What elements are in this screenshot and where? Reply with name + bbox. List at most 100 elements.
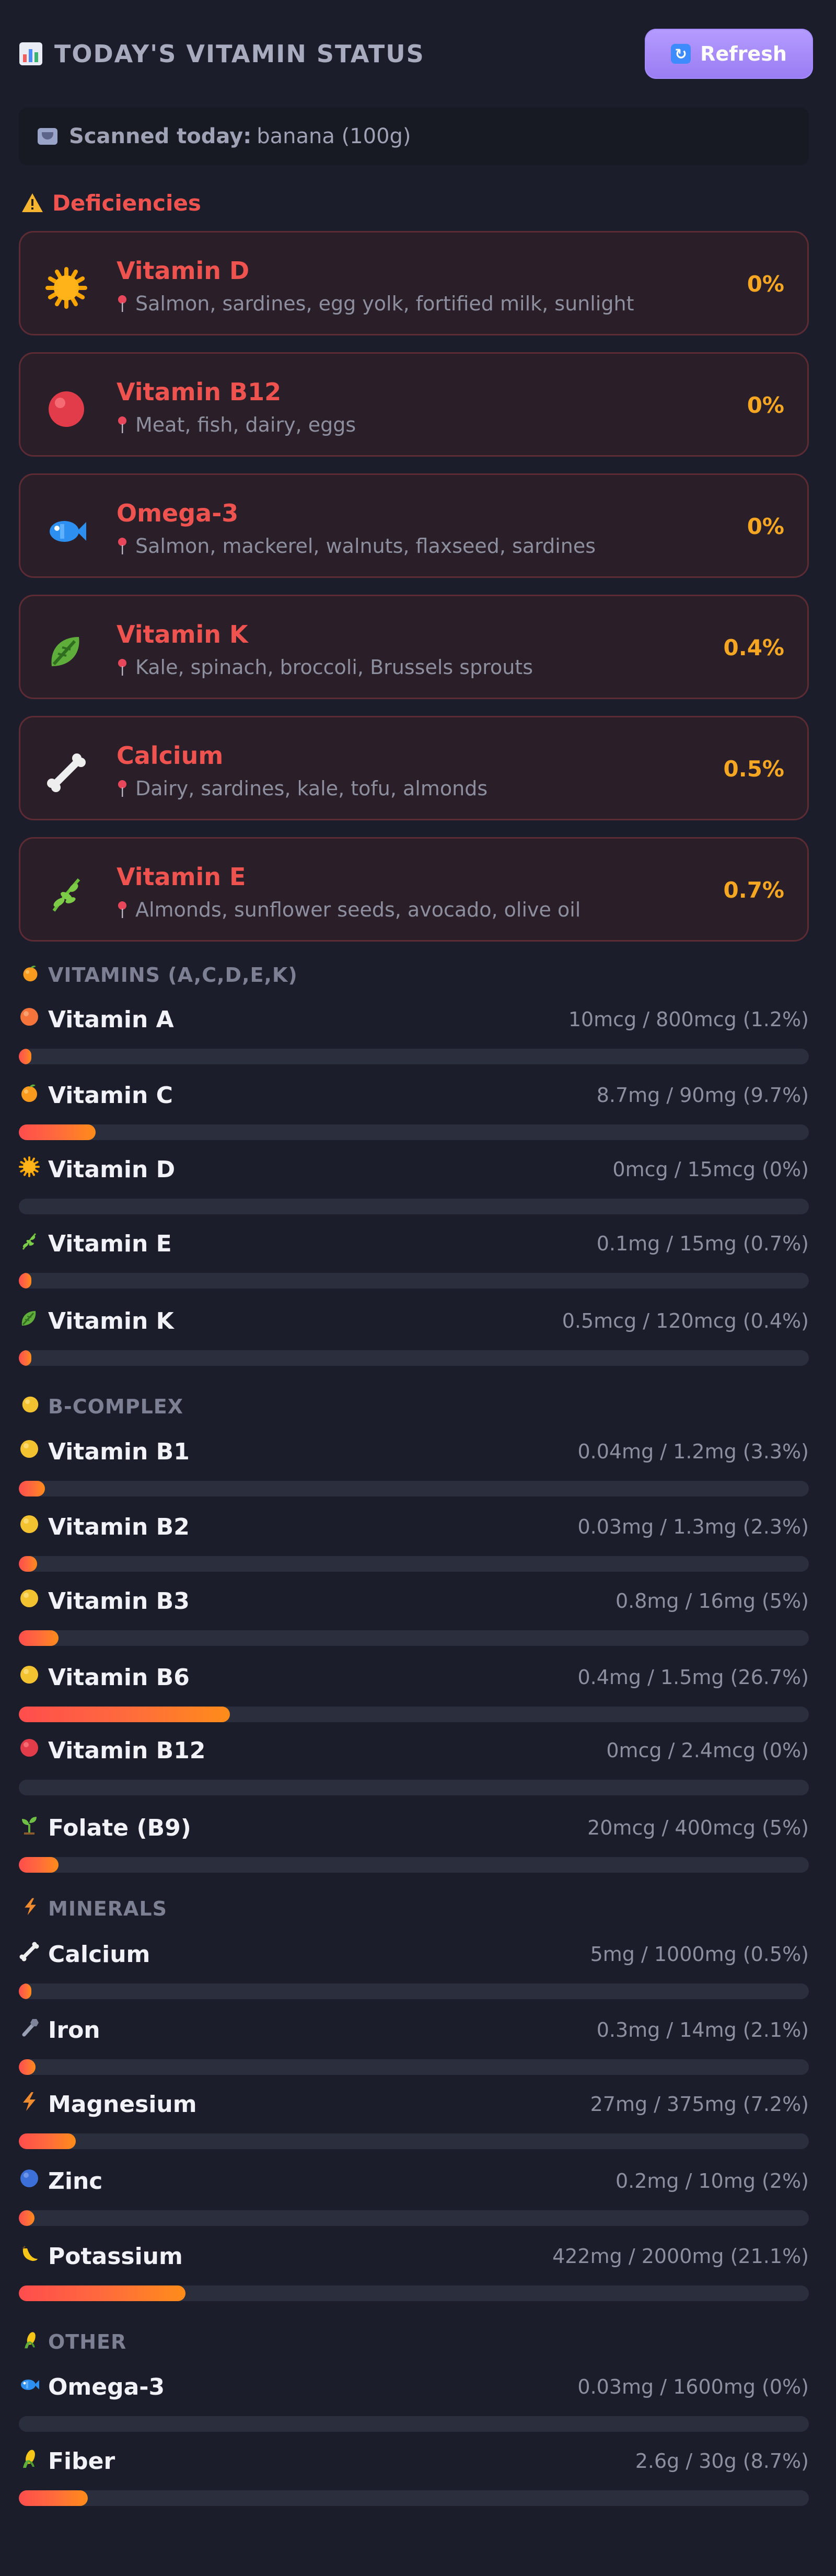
nutrient-amount: 10mcg / 800mcg (1.2%) [568,1008,809,1031]
nutrient-amount: 0.1mg / 15mg (0.7%) [596,1232,809,1255]
leafy-green-icon [19,1308,40,1335]
nutrient-row: Potassium 422mg / 2000mg (21.1%) [19,2242,809,2310]
deficiency-sources-text: Meat, fish, dairy, eggs [135,413,356,436]
deficiency-percent: 0% [747,392,784,418]
progress-track [19,2285,809,2301]
refresh-button[interactable]: ↻ Refresh [645,29,813,79]
deficiency-card: Vitamin B12 Meat, fish, dairy, eggs 0% [19,352,809,457]
fish-icon [19,2374,40,2400]
deficiency-sources-text: Dairy, sardines, kale, tofu, almonds [135,777,488,800]
progress-fill [19,2133,76,2149]
leafy-green-icon [44,630,88,674]
nutrient-row: Calcium 5mg / 1000mg (0.5%) [19,1940,809,2008]
progress-fill [19,2490,88,2506]
yellow-circle-icon [19,1438,40,1465]
progress-fill [19,1481,45,1496]
deficiency-name: Vitamin K [117,620,248,648]
deficiency-name: Vitamin E [117,863,246,891]
nutrient-amount: 2.6g / 30g (8.7%) [635,2450,809,2473]
nutrient-name: Vitamin C [19,1081,173,1110]
nutrient-name-label: Vitamin K [48,1307,174,1335]
nutrient-amount: 8.7mg / 90mg (9.7%) [596,1084,809,1107]
progress-track [19,1780,809,1795]
nutrient-name: Calcium [19,1940,150,1969]
nutrient-row: Vitamin K 0.5mcg / 120mcg (0.4%) [19,1306,809,1374]
bone-icon [19,1941,40,1968]
deficiency-card: Calcium Dairy, sardines, kale, tofu, alm… [19,716,809,820]
nutrient-name-label: Fiber [48,2447,115,2475]
nutrient-name: Fiber [19,2446,115,2476]
nutrient-name: Vitamin B3 [19,1586,190,1616]
herb-icon [19,1231,40,1257]
nutrient-row: Vitamin D 0mcg / 15mcg (0%) [19,1155,809,1223]
nutrient-amount: 0.5mcg / 120mcg (0.4%) [562,1309,809,1332]
herb-icon [44,872,88,916]
nutrient-amount: 0mcg / 15mcg (0%) [612,1158,809,1181]
banana-icon [19,2243,40,2270]
deficiency-name: Vitamin D [117,257,250,285]
red-circle-icon [19,1737,40,1764]
nutrient-amount: 0.04mg / 1.2mg (3.3%) [577,1440,809,1463]
deficiency-name: Vitamin B12 [117,378,282,406]
nutrient-row: Magnesium 27mg / 375mg (7.2%) [19,2090,809,2157]
fish-icon [44,508,88,552]
deficiency-name: Omega-3 [117,499,239,527]
nutrient-name: Vitamin B1 [19,1437,190,1466]
progress-fill [19,2059,36,2075]
nut-bolt-icon [19,2017,40,2044]
deficiencies-heading: Deficiencies [21,187,201,218]
progress-track [19,2210,809,2226]
deficiency-sources: Meat, fish, dairy, eggs [117,413,356,436]
nutrient-amount: 20mcg / 400mcg (5%) [587,1816,809,1839]
nutrient-name-label: Vitamin D [48,1156,176,1183]
deficiency-card: Vitamin K Kale, spinach, broccoli, Bruss… [19,595,809,699]
nutrient-amount: 0.4mg / 1.5mg (26.7%) [577,1666,809,1689]
vitamin-status-panel: TODAY'S VITAMIN STATUS ↻ Refresh Scanned… [0,0,836,2576]
sun-icon [19,1156,40,1183]
corn-icon [19,2448,40,2475]
nutrient-amount: 422mg / 2000mg (21.1%) [552,2245,809,2268]
nutrient-name-label: Iron [48,2016,100,2044]
nutrient-name-label: Vitamin B6 [48,1664,190,1691]
nutrient-amount: 0.2mg / 10mg (2%) [615,2169,809,2192]
refresh-button-label: Refresh [700,42,787,65]
section-heading-label: MINERALS [48,1897,167,1920]
refresh-icon: ↻ [671,44,691,64]
nutrient-name: Vitamin E [19,1229,172,1258]
sun-icon [44,266,88,310]
nutrient-name: Magnesium [19,2090,197,2119]
nutrient-amount: 0.03mg / 1600mg (0%) [577,2375,809,2398]
section-heading: MINERALS [21,1894,167,1923]
nutrient-name-label: Vitamin B2 [48,1513,190,1540]
nutrient-row: Vitamin E 0.1mg / 15mg (0.7%) [19,1229,809,1297]
nutrient-row: Vitamin B6 0.4mg / 1.5mg (26.7%) [19,1663,809,1731]
section-heading: VITAMINS (A,C,D,E,K) [21,960,298,990]
deficiency-percent: 0.5% [723,756,784,782]
page-title: TODAY'S VITAMIN STATUS [54,40,425,68]
deficiency-card: Vitamin D Salmon, sardines, egg yolk, fo… [19,231,809,335]
progress-fill [19,2285,186,2301]
nutrient-name: Iron [19,2015,100,2045]
nutrient-name-label: Vitamin C [48,1082,173,1109]
deficiency-sources-text: Kale, spinach, broccoli, Brussels sprout… [135,656,533,679]
progress-track [19,2133,809,2149]
nutrient-name: Potassium [19,2242,183,2271]
nutrient-amount: 5mg / 1000mg (0.5%) [590,1943,809,1966]
section-heading: OTHER [21,2327,126,2357]
nutrient-name: Vitamin B6 [19,1663,190,1692]
deficiency-sources-text: Salmon, sardines, egg yolk, fortified mi… [135,292,634,315]
progress-track [19,1124,809,1140]
lightning-icon [19,2091,40,2118]
nutrient-amount: 0.3mg / 14mg (2.1%) [596,2018,809,2041]
scanned-value: banana (100g) [257,124,411,148]
pushpin-icon [118,659,126,676]
deficiency-card: Omega-3 Salmon, mackerel, walnuts, flaxs… [19,473,809,578]
nutrient-row: Zinc 0.2mg / 10mg (2%) [19,2166,809,2234]
nutrient-amount: 0mcg / 2.4mcg (0%) [606,1739,809,1762]
section-heading-label: B-COMPLEX [48,1395,184,1418]
nutrient-name: Vitamin B2 [19,1512,190,1541]
progress-fill [19,1707,230,1722]
tangerine-icon [21,964,40,987]
tangerine-icon [19,1082,40,1109]
nutrient-name-label: Vitamin B12 [48,1737,206,1764]
